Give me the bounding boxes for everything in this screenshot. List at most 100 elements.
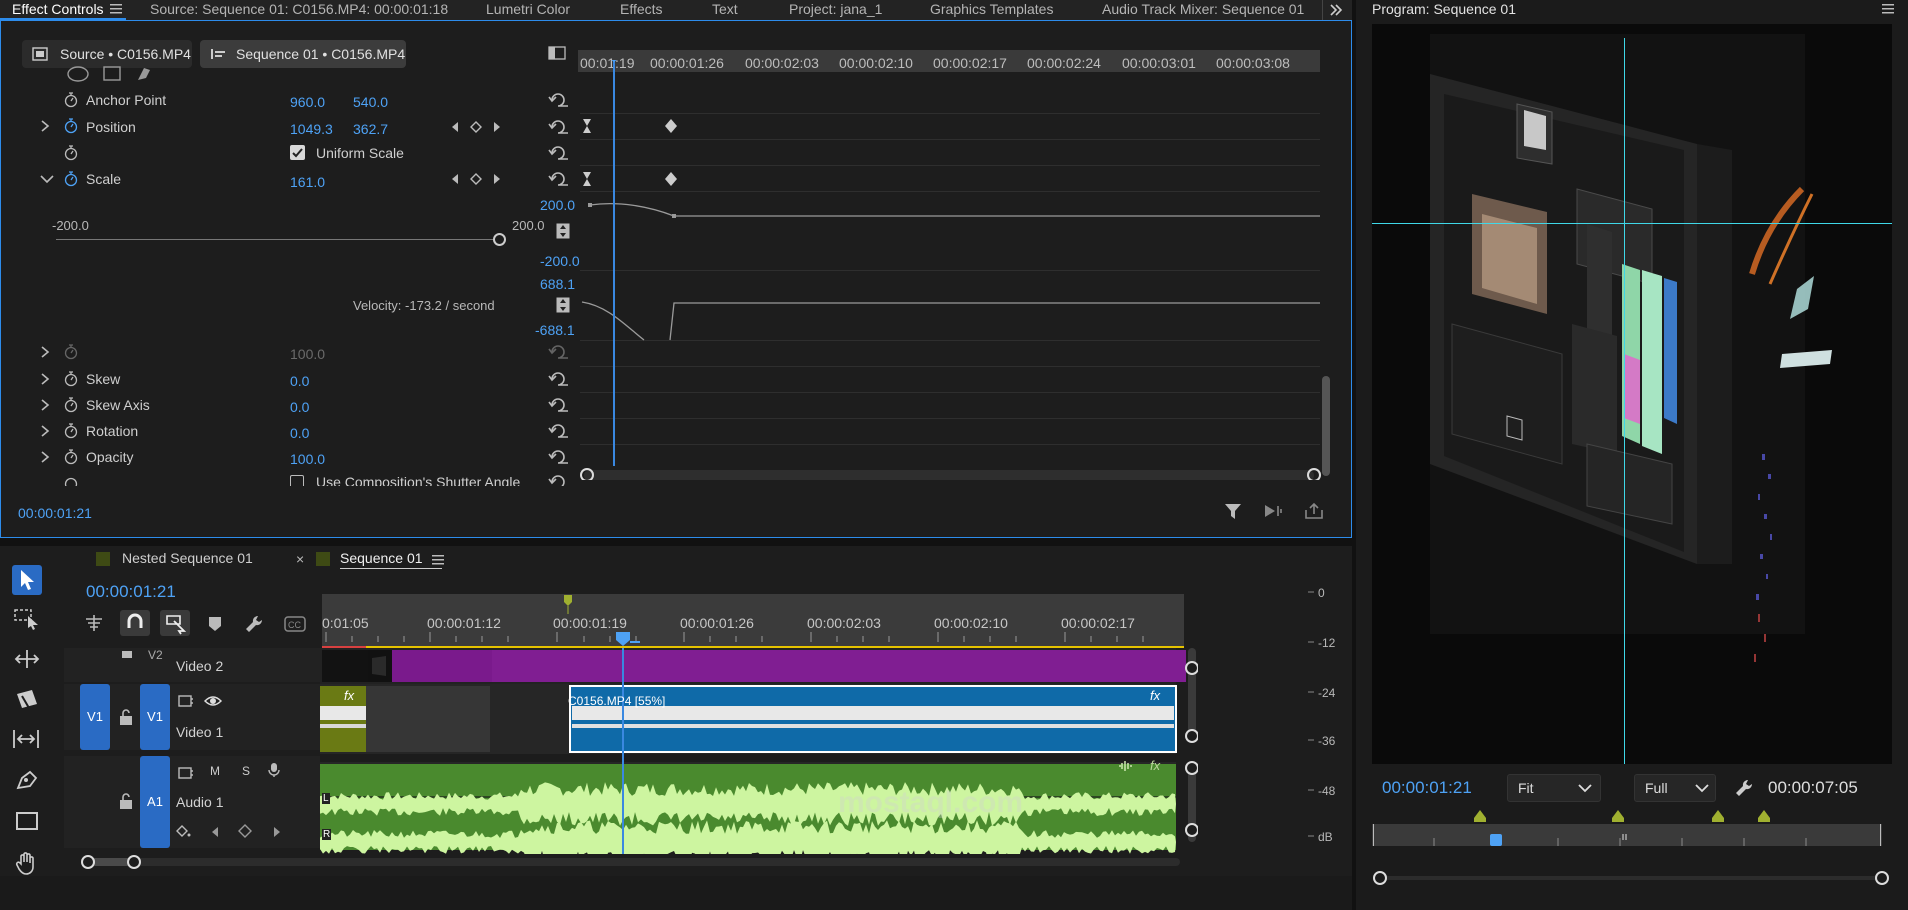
source-patch-v1[interactable]: V1: [80, 684, 110, 750]
solo-button[interactable]: S: [242, 764, 250, 778]
next-keyframe-icon[interactable]: [272, 826, 282, 838]
effect-controls-graph[interactable]: [578, 60, 1324, 480]
graph-fit-icon[interactable]: [556, 297, 570, 313]
insert-sequence-as-nest-icon[interactable]: [84, 614, 104, 632]
stopwatch-icon[interactable]: [63, 92, 79, 108]
hand-tool-icon[interactable]: [14, 850, 40, 876]
sync-lock-icon[interactable]: [178, 694, 194, 708]
tab-nested-sequence-01[interactable]: Nested Sequence 01: [122, 550, 253, 566]
opacity-value[interactable]: 100.0: [290, 451, 325, 467]
position-x[interactable]: 1049.3: [290, 121, 333, 137]
expand-position-chevron-icon[interactable]: [40, 120, 50, 132]
mute-button[interactable]: M: [210, 764, 220, 778]
anchor-point-x[interactable]: 960.0: [290, 94, 325, 110]
reset-icon[interactable]: [548, 145, 570, 161]
slip-tool-icon[interactable]: [12, 728, 40, 750]
panel-menu-icon[interactable]: [432, 554, 444, 566]
timeline-horizontal-scrollbar[interactable]: [76, 852, 1188, 872]
stopwatch-active-icon[interactable]: [63, 118, 79, 134]
close-tab-icon[interactable]: ×: [296, 551, 304, 567]
reset-icon[interactable]: [548, 449, 570, 465]
reset-icon[interactable]: [548, 171, 570, 187]
sequence-clip-pill[interactable]: Sequence 01 • C0156.MP4: [200, 40, 406, 68]
stopwatch-active-icon[interactable]: [63, 171, 79, 187]
razor-tool-icon[interactable]: [14, 688, 40, 710]
ec-timecode[interactable]: 00:00:01:21: [18, 505, 92, 521]
graph-fit-icon[interactable]: [556, 223, 570, 239]
track-target-a1[interactable]: A1: [140, 756, 170, 848]
play-audio-icon[interactable]: [1264, 502, 1284, 520]
stopwatch-icon[interactable]: [63, 371, 79, 387]
tab-sequence-01[interactable]: Sequence 01: [340, 550, 423, 566]
skew-axis-value[interactable]: 0.0: [290, 399, 309, 415]
tab-lumetri-color[interactable]: Lumetri Color: [486, 0, 570, 20]
previous-keyframe-icon[interactable]: [210, 826, 220, 838]
expand-chevron-icon[interactable]: [40, 346, 50, 358]
stopwatch-icon[interactable]: [63, 449, 79, 465]
expand-opacity-chevron-icon[interactable]: [40, 451, 50, 463]
tab-graphics-templates[interactable]: Graphics Templates: [930, 0, 1053, 20]
captions-icon[interactable]: CC: [284, 616, 306, 632]
expand-rotation-chevron-icon[interactable]: [40, 425, 50, 437]
pen-tool-icon[interactable]: [14, 768, 40, 792]
position-y[interactable]: 362.7: [353, 121, 388, 137]
ripple-edit-tool-icon[interactable]: [14, 648, 40, 670]
reset-icon[interactable]: [548, 423, 570, 439]
lock-open-icon[interactable]: [119, 792, 133, 810]
timeline-playhead[interactable]: [614, 630, 644, 648]
lock-open-icon[interactable]: [119, 708, 133, 726]
add-marker-icon[interactable]: [208, 616, 222, 632]
add-keyframe-icon[interactable]: [238, 824, 252, 838]
stopwatch-icon[interactable]: [63, 145, 79, 161]
lock-icon[interactable]: [120, 648, 134, 658]
toggle-timeline-view-icon[interactable]: [548, 46, 566, 60]
program-video-preview[interactable]: [1372, 24, 1892, 764]
zoom-fit-select[interactable]: Fit: [1507, 774, 1601, 802]
uniform-scale-checkbox[interactable]: [290, 145, 305, 160]
reset-icon[interactable]: [548, 371, 570, 387]
microphone-icon[interactable]: [268, 762, 280, 778]
program-time-ruler[interactable]: [1372, 808, 1892, 888]
eye-icon[interactable]: [204, 694, 222, 708]
export-icon[interactable]: [1304, 502, 1324, 520]
tab-text[interactable]: Text: [712, 0, 738, 20]
reset-icon[interactable]: [548, 397, 570, 413]
expand-skew-axis-chevron-icon[interactable]: [40, 399, 50, 411]
reset-icon[interactable]: [548, 119, 570, 135]
program-current-timecode[interactable]: 00:00:01:21: [1382, 778, 1472, 798]
snap-toggle-button[interactable]: [120, 610, 150, 636]
shutter-checkbox[interactable]: [290, 475, 304, 486]
filter-icon[interactable]: [1224, 502, 1242, 520]
tab-audio-track-mixer[interactable]: Audio Track Mixer: Sequence 01: [1102, 0, 1304, 20]
playback-resolution-select[interactable]: Full: [1634, 774, 1716, 802]
expand-skew-chevron-icon[interactable]: [40, 373, 50, 385]
stopwatch-icon[interactable]: [63, 423, 79, 439]
scale-value[interactable]: 161.0: [290, 174, 325, 190]
timeline-tracks[interactable]: [320, 648, 1198, 854]
tab-effects[interactable]: Effects: [620, 0, 663, 20]
keyframe-navigator-position[interactable]: [450, 120, 502, 134]
scale-slider-handle[interactable]: [493, 233, 506, 246]
more-tabs-icon[interactable]: [1322, 0, 1348, 20]
rotation-value[interactable]: 0.0: [290, 425, 309, 441]
tab-project[interactable]: Project: jana_1: [789, 0, 882, 20]
track-select-tool-icon[interactable]: [14, 608, 40, 630]
panel-menu-icon[interactable]: [1882, 3, 1894, 15]
collapse-scale-chevron-icon[interactable]: [40, 174, 54, 184]
keyframe-toggle-icon[interactable]: [176, 824, 192, 838]
wrench-settings-icon[interactable]: [1734, 778, 1754, 798]
timeline-settings-wrench-icon[interactable]: [244, 614, 264, 634]
selection-tool-button[interactable]: [12, 565, 42, 595]
timeline-timecode[interactable]: 00:00:01:21: [86, 582, 176, 602]
keyframe-navigator-scale[interactable]: [450, 172, 502, 186]
linked-selection-button[interactable]: [160, 610, 190, 636]
scale-slider-track[interactable]: [56, 239, 500, 240]
anchor-point-y[interactable]: 540.0: [353, 94, 388, 110]
panel-menu-icon[interactable]: [110, 3, 122, 15]
rectangle-tool-icon[interactable]: [14, 810, 40, 832]
effect-controls-scrollbar[interactable]: [1322, 376, 1330, 476]
track-target-v1[interactable]: V1: [140, 684, 170, 750]
tab-source[interactable]: Source: Sequence 01: C0156.MP4: 00:00:01…: [150, 0, 448, 20]
reset-icon[interactable]: [548, 474, 570, 486]
sync-lock-icon[interactable]: [178, 766, 194, 780]
